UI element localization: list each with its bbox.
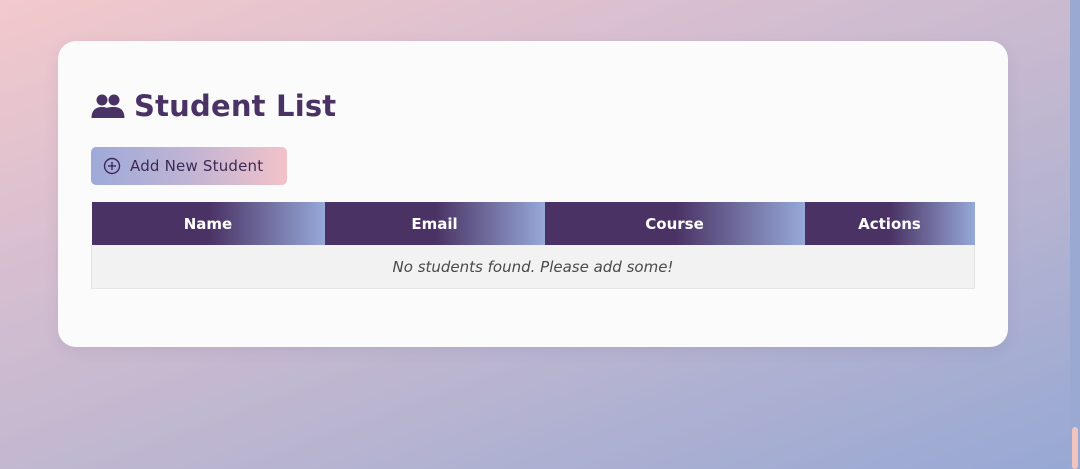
column-header-email: Email [324, 202, 545, 245]
column-header-name: Name [91, 202, 325, 245]
student-table-container: Name Email Course Actions No students fo… [91, 202, 975, 289]
column-header-actions: Actions [804, 202, 975, 245]
add-new-student-button[interactable]: Add New Student [91, 147, 287, 185]
plus-circle-icon [103, 157, 121, 175]
scrollbar[interactable] [1070, 0, 1080, 469]
add-new-student-label: Add New Student [130, 157, 264, 175]
page-header: Student List [91, 86, 336, 126]
empty-row: No students found. Please add some! [91, 245, 975, 289]
student-list-card: Student List Add New Student Name Email [58, 41, 1008, 347]
empty-state-message: No students found. Please add some! [91, 245, 975, 289]
users-icon [91, 93, 125, 119]
student-table: Name Email Course Actions No students fo… [91, 202, 975, 289]
scrollbar-thumb[interactable] [1072, 427, 1078, 469]
page-title: Student List [134, 89, 337, 123]
column-header-course: Course [544, 202, 805, 245]
table-header-row: Name Email Course Actions [91, 202, 975, 245]
